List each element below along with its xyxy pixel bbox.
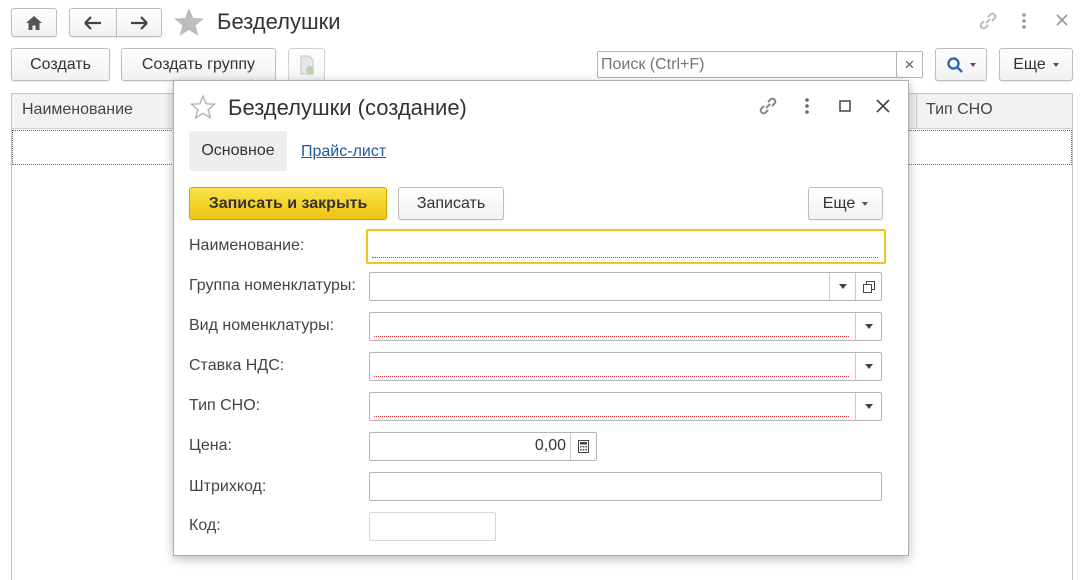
group-select[interactable] — [369, 272, 882, 301]
arrow-right-icon — [131, 15, 148, 30]
tab-main-label: Основное — [201, 142, 275, 159]
chevron-down-icon — [862, 201, 869, 206]
more-vertical-icon[interactable] — [803, 97, 811, 115]
copy-button[interactable] — [288, 48, 325, 81]
create-button[interactable]: Создать — [11, 48, 110, 81]
kind-select[interactable] — [369, 312, 882, 341]
close-icon[interactable] — [876, 99, 890, 113]
price-label: Цена: — [189, 437, 232, 454]
kind-label: Вид номенклатуры: — [189, 317, 335, 334]
search-button[interactable] — [935, 48, 987, 81]
more-button[interactable]: Еще — [999, 48, 1073, 81]
dialog-more-label: Еще — [822, 194, 856, 212]
home-icon — [26, 15, 42, 30]
forward-button[interactable] — [116, 8, 162, 37]
page-title: Безделушки — [217, 9, 341, 34]
search-input[interactable] — [597, 51, 897, 78]
search-icon — [946, 56, 963, 73]
back-button[interactable] — [69, 8, 117, 37]
create-group-button[interactable]: Создать группу — [121, 48, 276, 81]
tab-price-list[interactable]: Прайс-лист — [301, 143, 386, 161]
save-and-close-button[interactable]: Записать и закрыть — [189, 187, 387, 220]
close-icon[interactable] — [1056, 14, 1068, 26]
column-header-tax[interactable]: Тип СНО — [926, 101, 993, 119]
calculator-icon — [578, 440, 589, 453]
group-open-button[interactable] — [855, 273, 881, 300]
maximize-icon[interactable] — [839, 100, 851, 112]
tax-select[interactable] — [369, 392, 882, 421]
tax-label: Тип СНО: — [189, 397, 261, 414]
search-clear-button[interactable]: × — [896, 51, 923, 78]
code-field — [369, 512, 496, 541]
document-add-icon — [300, 55, 314, 74]
calculator-button[interactable] — [570, 433, 596, 460]
barcode-field[interactable] — [369, 472, 882, 501]
more-button-label: Еще — [1013, 55, 1046, 73]
chevron-down-icon — [838, 284, 847, 289]
save-button-label: Записать — [416, 194, 486, 212]
favorite-star-icon[interactable] — [173, 7, 205, 37]
save-and-close-label: Записать и закрыть — [208, 194, 368, 212]
chevron-down-icon — [864, 404, 873, 409]
code-label: Код: — [189, 517, 221, 534]
price-value: 0,00 — [534, 437, 566, 454]
tax-dropdown-button[interactable] — [855, 393, 881, 420]
column-header-name[interactable]: Наименование — [22, 101, 133, 119]
kind-dropdown-button[interactable] — [855, 313, 881, 340]
tab-main[interactable]: Основное — [189, 131, 287, 171]
home-button[interactable] — [11, 8, 57, 37]
group-dropdown-button[interactable] — [829, 273, 855, 300]
column-divider — [916, 94, 917, 129]
dialog-title: Безделушки (создание) — [228, 95, 467, 120]
barcode-label: Штрихкод: — [189, 478, 267, 495]
open-form-icon — [862, 280, 875, 293]
more-vertical-icon[interactable] — [1020, 12, 1028, 30]
vat-select[interactable] — [369, 352, 882, 381]
chevron-down-icon — [864, 324, 873, 329]
search-clear-icon: × — [904, 54, 915, 74]
link-icon[interactable] — [757, 95, 779, 117]
group-label: Группа номенклатуры: — [189, 277, 356, 294]
name-field[interactable] — [366, 229, 886, 264]
chevron-down-icon — [864, 364, 873, 369]
arrow-left-icon — [84, 15, 101, 30]
vat-label: Ставка НДС: — [189, 357, 285, 374]
chevron-down-icon — [1052, 62, 1059, 67]
save-button[interactable]: Записать — [398, 187, 504, 220]
name-label: Наименование: — [189, 237, 305, 254]
price-field[interactable]: 0,00 — [369, 432, 597, 461]
search-input-text[interactable] — [598, 52, 896, 77]
favorite-star-icon[interactable] — [190, 95, 216, 119]
link-icon[interactable] — [977, 10, 999, 32]
create-button-label: Создать — [30, 55, 91, 73]
dialog-more-button[interactable]: Еще — [808, 187, 883, 220]
vat-dropdown-button[interactable] — [855, 353, 881, 380]
create-group-button-label: Создать группу — [141, 55, 256, 73]
chevron-down-icon — [969, 62, 976, 67]
